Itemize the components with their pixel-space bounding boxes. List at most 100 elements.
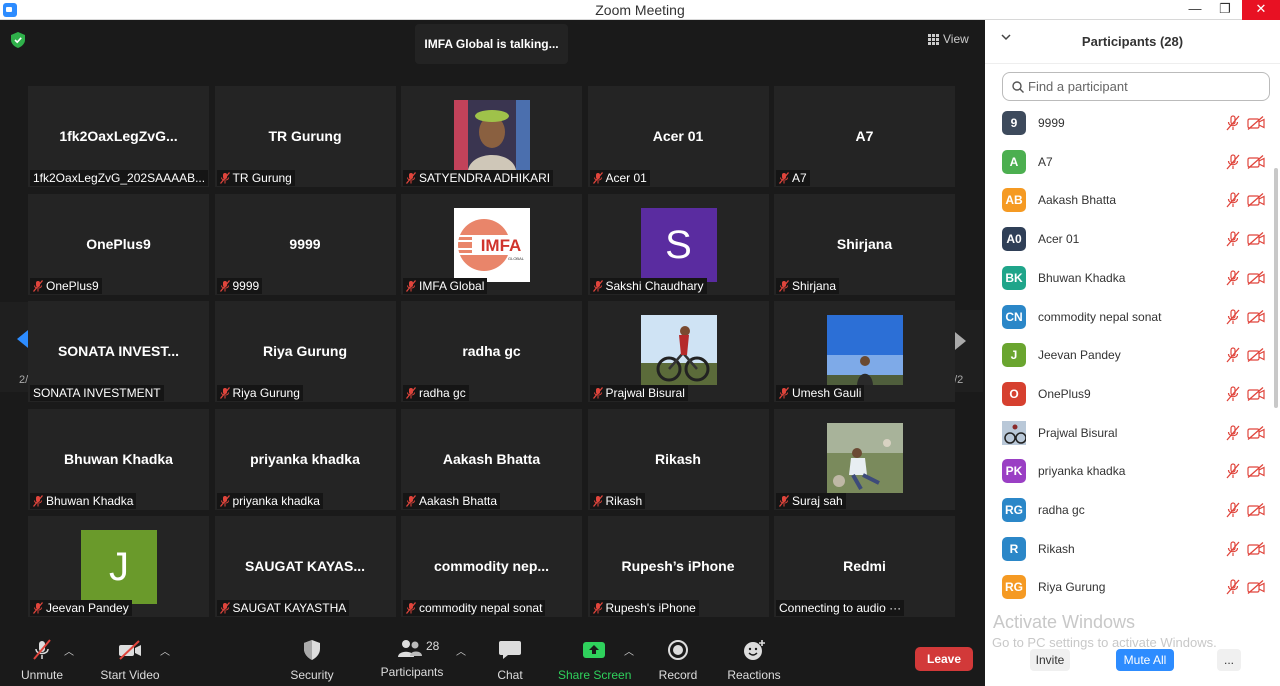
participant-tile[interactable]: Rikash Rikash (587, 408, 769, 510)
reactions-button[interactable]: Reactions (726, 639, 782, 682)
tile-name-text: Connecting to audio ··· (779, 601, 902, 615)
participant-row[interactable]: PK priyanka khadka (985, 457, 1272, 495)
participant-tile[interactable]: SATYENDRA ADHIKARI (401, 86, 582, 187)
participant-tile[interactable]: Shirjana Shirjana (774, 193, 955, 295)
participant-tile[interactable]: Acer 01 Acer 01 (587, 86, 769, 187)
video-options-caret[interactable]: ︿ (160, 643, 170, 658)
participant-search[interactable] (1002, 72, 1270, 101)
video-off-icon[interactable] (1247, 116, 1265, 130)
share-screen-button[interactable]: Share Screen (558, 639, 631, 682)
participant-tile[interactable]: SONATA INVEST... SONATA INVESTMENT (28, 301, 209, 402)
share-screen-icon (583, 642, 605, 658)
muted-mic-icon[interactable] (1226, 115, 1240, 131)
muted-mic-icon (779, 172, 789, 184)
security-button[interactable]: Security (288, 639, 336, 682)
video-off-icon[interactable] (1247, 541, 1265, 556)
tile-name-text: Sakshi Chaudhary (605, 278, 704, 293)
muted-mic-icon[interactable] (1226, 154, 1240, 170)
start-video-button[interactable]: Start Video (100, 639, 160, 682)
video-off-icon[interactable] (1247, 503, 1265, 517)
participant-row[interactable]: CN commodity nepal sonat (985, 303, 1272, 341)
video-off-icon[interactable] (1247, 309, 1265, 324)
record-button[interactable]: Record (656, 639, 700, 682)
participant-tile[interactable]: Prajwal Bisural (587, 301, 769, 402)
muted-mic-icon[interactable] (1226, 192, 1240, 208)
participant-row[interactable]: O OnePlus9 (985, 380, 1272, 418)
invite-button[interactable]: Invite (1030, 649, 1070, 671)
audio-options-caret[interactable]: ︿ (64, 643, 74, 658)
participant-tile[interactable]: Aakash Bhatta Aakash Bhatta (401, 408, 582, 510)
restore-button[interactable]: ❐ (1208, 0, 1242, 20)
participant-tile[interactable]: SAUGAT KAYAS... SAUGAT KAYASTHA (214, 516, 396, 617)
participant-row[interactable]: RG radha gc (985, 496, 1272, 534)
participant-row[interactable]: 9 9999 (985, 109, 1272, 147)
encryption-shield-icon[interactable] (11, 32, 25, 48)
participant-row[interactable]: R Rikash (985, 535, 1272, 573)
video-off-icon[interactable] (1247, 348, 1265, 363)
video-off-icon[interactable] (1247, 386, 1265, 401)
view-button[interactable]: View (928, 32, 969, 46)
muted-mic-icon[interactable] (1226, 270, 1240, 286)
participant-row[interactable]: Prajwal Bisural (985, 419, 1272, 457)
participant-tile[interactable]: Umesh Gauli (774, 301, 955, 402)
video-off-icon[interactable] (1247, 580, 1265, 595)
participant-tile[interactable]: OnePlus9 OnePlus9 (28, 193, 209, 295)
muted-mic-icon[interactable] (1226, 502, 1240, 518)
muted-mic-icon[interactable] (1226, 579, 1240, 595)
muted-mic-icon[interactable] (1226, 541, 1240, 557)
participant-tile[interactable]: Bhuwan Khadka Bhuwan Khadka (28, 408, 209, 510)
share-options-caret[interactable]: ︿ (624, 643, 634, 658)
muted-mic-icon[interactable] (1226, 386, 1240, 402)
participants-button[interactable]: 28 Participants (380, 639, 444, 679)
muted-mic-icon[interactable] (1226, 347, 1240, 363)
participant-name: OnePlus9 (1038, 386, 1091, 401)
tile-display-name: Shirjana (836, 235, 893, 252)
participant-tile[interactable]: S Sakshi Chaudhary (587, 193, 769, 295)
participant-row[interactable]: RG Riya Gurung (985, 573, 1272, 599)
participant-tile[interactable]: A7 A7 (774, 86, 955, 187)
participant-row[interactable]: A A7 (985, 148, 1272, 186)
participant-tile[interactable]: Riya Gurung Riya Gurung (214, 301, 396, 402)
participant-tile[interactable]: TR Gurung TR Gurung (214, 86, 396, 187)
participant-row[interactable]: J Jeevan Pandey (985, 341, 1272, 379)
muted-mic-icon[interactable] (1226, 424, 1240, 441)
participant-tile[interactable]: J Jeevan Pandey (28, 516, 209, 617)
tile-name-label: Bhuwan Khadka (30, 492, 137, 509)
video-off-icon[interactable] (1247, 464, 1265, 479)
participant-row[interactable]: A0 Acer 01 (985, 225, 1272, 263)
participant-avatar: A (1002, 149, 1026, 174)
minimize-button[interactable]: — (1178, 0, 1212, 20)
unmute-button[interactable]: Unmute (18, 639, 66, 682)
participant-tile[interactable]: Redmi Connecting to audio ··· (774, 516, 955, 617)
video-off-icon[interactable] (1247, 270, 1265, 285)
video-off-icon[interactable] (1247, 232, 1265, 247)
participant-tile[interactable]: commodity nep... commodity nepal sonat (401, 516, 582, 617)
video-off-icon[interactable] (1247, 193, 1265, 208)
video-off-icon[interactable] (1247, 154, 1265, 169)
participant-tile[interactable]: radha gc radha gc (401, 301, 582, 402)
chat-button[interactable]: Chat (490, 639, 530, 682)
participant-tile[interactable]: 9999 9999 (214, 193, 396, 295)
muted-mic-icon[interactable] (1226, 308, 1240, 325)
video-off-icon[interactable] (1247, 425, 1265, 440)
tile-name-label: Suraj sah (776, 492, 846, 509)
muted-mic-icon[interactable] (1226, 463, 1240, 479)
muted-mic-icon[interactable] (1226, 231, 1240, 247)
more-options-button[interactable]: ... (1217, 649, 1241, 671)
participant-tile[interactable]: IMFA GLOBAL IMFA Global (401, 193, 582, 295)
leave-button[interactable]: Leave (915, 647, 973, 671)
participant-tile[interactable]: 1fk2OaxLegZvG... 1fk2OaxLegZvG_202SAAAAB.… (28, 86, 209, 187)
participant-tile[interactable]: Rupesh’s iPhone Rupesh's iPhone (587, 516, 769, 617)
participant-row[interactable]: BK Bhuwan Khadka (985, 264, 1272, 302)
participant-tile[interactable]: priyanka khadka priyanka khadka (214, 408, 396, 510)
muted-mic-icon (219, 494, 230, 507)
search-input[interactable] (1028, 77, 1258, 96)
close-button[interactable]: ✕ (1242, 0, 1280, 20)
mute-all-button[interactable]: Mute All (1116, 649, 1174, 671)
participant-row[interactable]: AB Aakash Bhatta (985, 186, 1272, 224)
participant-avatar: A0 (1002, 227, 1026, 252)
participants-options-caret[interactable]: ︿ (456, 643, 466, 658)
panel-scrollbar[interactable] (1274, 168, 1278, 408)
participant-tile[interactable]: Suraj sah (774, 408, 955, 510)
tile-name-text: Riya Gurung (232, 386, 300, 400)
